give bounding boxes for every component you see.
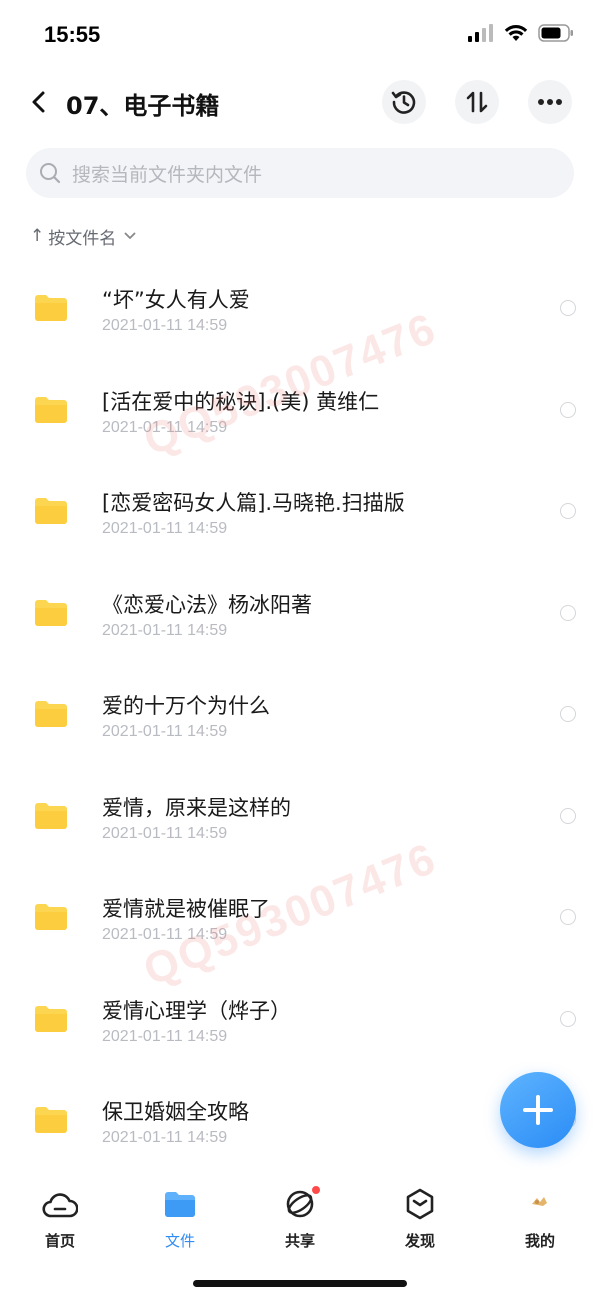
- file-date: 2021-01-11 14:59: [102, 926, 228, 943]
- tab-home[interactable]: 首页: [20, 1188, 100, 1251]
- file-date: 2021-01-11 14:59: [102, 1129, 228, 1146]
- notification-dot: [310, 1184, 322, 1196]
- file-name: 《恋爱心法》杨冰阳著: [102, 592, 312, 617]
- list-item[interactable]: 爱情心理学（烨子） 2021-01-11 14:59: [0, 967, 600, 1069]
- file-date: 2021-01-11 14:59: [102, 418, 228, 436]
- tab-files[interactable]: 文件: [140, 1188, 220, 1251]
- status-bar: 15:55: [0, 0, 600, 70]
- select-checkbox[interactable]: [560, 807, 576, 824]
- list-item[interactable]: 《恋爱心法》杨冰阳著 2021-01-11 14:59: [0, 561, 600, 663]
- nav-bar: 07、电子书籍: [0, 72, 600, 132]
- list-item[interactable]: 爱情就是被催眠了 2021-01-11 14:59: [0, 865, 600, 967]
- folder-icon: [35, 1107, 67, 1133]
- select-checkbox[interactable]: [560, 503, 576, 519]
- tab-discover[interactable]: 发现: [380, 1188, 460, 1251]
- file-name: 保卫婚姻全攻略: [102, 1100, 249, 1124]
- list-item[interactable]: [活在爱中的秘诀].(美) 黄维仁 2021-01-11 14:59: [0, 358, 600, 460]
- list-item[interactable]: 爱的十万个为什么 2021-01-11 14:59: [0, 662, 600, 764]
- folder-icon: [35, 904, 67, 930]
- tab-bar: 首页 文件 共享 发现 我的: [0, 1170, 600, 1260]
- add-button[interactable]: [500, 1072, 576, 1148]
- file-name: [活在爱中的秘诀].(美) 黄维仁: [102, 389, 380, 414]
- share-orbit-icon: [282, 1184, 322, 1220]
- file-date: 2021-01-11 14:59: [102, 621, 228, 639]
- select-checkbox[interactable]: [560, 401, 576, 418]
- search-placeholder: 搜索当前文件夹内文件: [72, 163, 263, 186]
- folder-icon: [35, 498, 67, 524]
- select-checkbox[interactable]: [560, 604, 576, 621]
- history-button[interactable]: [382, 80, 426, 124]
- file-date: 2021-01-11 14:59: [102, 317, 228, 334]
- file-name: [恋爱密码女人篇].马晓艳.扫描版: [102, 491, 405, 515]
- tab-label: 文件: [164, 1232, 195, 1250]
- chevron-down-icon: [124, 232, 136, 239]
- file-name: 爱情，原来是这样的: [102, 795, 291, 820]
- list-item[interactable]: “坏”女人有人爱 2021-01-11 14:59: [0, 256, 600, 358]
- sort-selector[interactable]: ↑ 按文件名: [30, 224, 136, 249]
- home-indicator[interactable]: [193, 1280, 407, 1287]
- chevron-left-icon: [32, 91, 45, 113]
- list-item[interactable]: [恋爱密码女人篇].马晓艳.扫描版 2021-01-11 14:59: [0, 459, 600, 561]
- file-name: 爱情心理学（烨子）: [102, 998, 291, 1023]
- select-checkbox[interactable]: [560, 706, 576, 722]
- select-checkbox[interactable]: [560, 300, 576, 316]
- tab-label: 共享: [284, 1232, 315, 1250]
- file-name: 爱情就是被催眠了: [102, 897, 270, 921]
- file-list: “坏”女人有人爱 2021-01-11 14:59 [活在爱中的秘诀].(美) 黄维…: [0, 256, 600, 1170]
- sort-arrows-icon: [466, 91, 488, 113]
- file-date: 2021-01-11 14:59: [102, 723, 228, 740]
- page-title: 07、电子书籍: [66, 92, 220, 120]
- tab-profile[interactable]: 我的: [500, 1188, 580, 1251]
- back-button[interactable]: [22, 86, 54, 118]
- folder-icon: [35, 802, 67, 829]
- more-button[interactable]: [528, 80, 572, 124]
- file-name: “坏”女人有人爱: [102, 288, 250, 312]
- folder-icon: [35, 599, 67, 626]
- select-checkbox[interactable]: [560, 1010, 576, 1027]
- wifi-icon: [504, 24, 528, 46]
- cellular-signal-icon: [468, 24, 494, 46]
- history-icon: [391, 91, 416, 114]
- profile-icon: [522, 1188, 558, 1220]
- tab-label: 首页: [44, 1232, 75, 1250]
- sort-label: 按文件名: [48, 228, 117, 249]
- file-date: 2021-01-11 14:59: [102, 1027, 228, 1045]
- tab-label: 我的: [524, 1232, 555, 1250]
- search-input[interactable]: 搜索当前文件夹内文件: [26, 148, 574, 198]
- status-time: 15:55: [44, 22, 101, 47]
- sort-button[interactable]: [455, 80, 499, 124]
- select-checkbox[interactable]: [560, 909, 576, 925]
- file-date: 2021-01-11 14:59: [102, 824, 228, 842]
- status-icons: [468, 24, 574, 46]
- folder-icon: [35, 295, 67, 321]
- more-dots-icon: [538, 99, 562, 105]
- battery-icon: [538, 24, 574, 46]
- tab-label: 发现: [404, 1232, 435, 1250]
- file-date: 2021-01-11 14:59: [102, 520, 228, 537]
- folder-icon: [35, 1005, 67, 1032]
- folder-icon: [162, 1188, 198, 1220]
- tab-share[interactable]: 共享: [260, 1184, 340, 1251]
- sort-direction-icon: ↑: [30, 226, 45, 246]
- plus-icon: [523, 1095, 553, 1125]
- discover-cube-icon: [402, 1188, 438, 1220]
- cloud-home-icon: [42, 1188, 78, 1220]
- folder-icon: [35, 701, 67, 727]
- list-item[interactable]: 爱情，原来是这样的 2021-01-11 14:59: [0, 764, 600, 866]
- search-icon: [40, 163, 61, 184]
- file-name: 爱的十万个为什么: [102, 694, 270, 718]
- folder-icon: [35, 396, 67, 423]
